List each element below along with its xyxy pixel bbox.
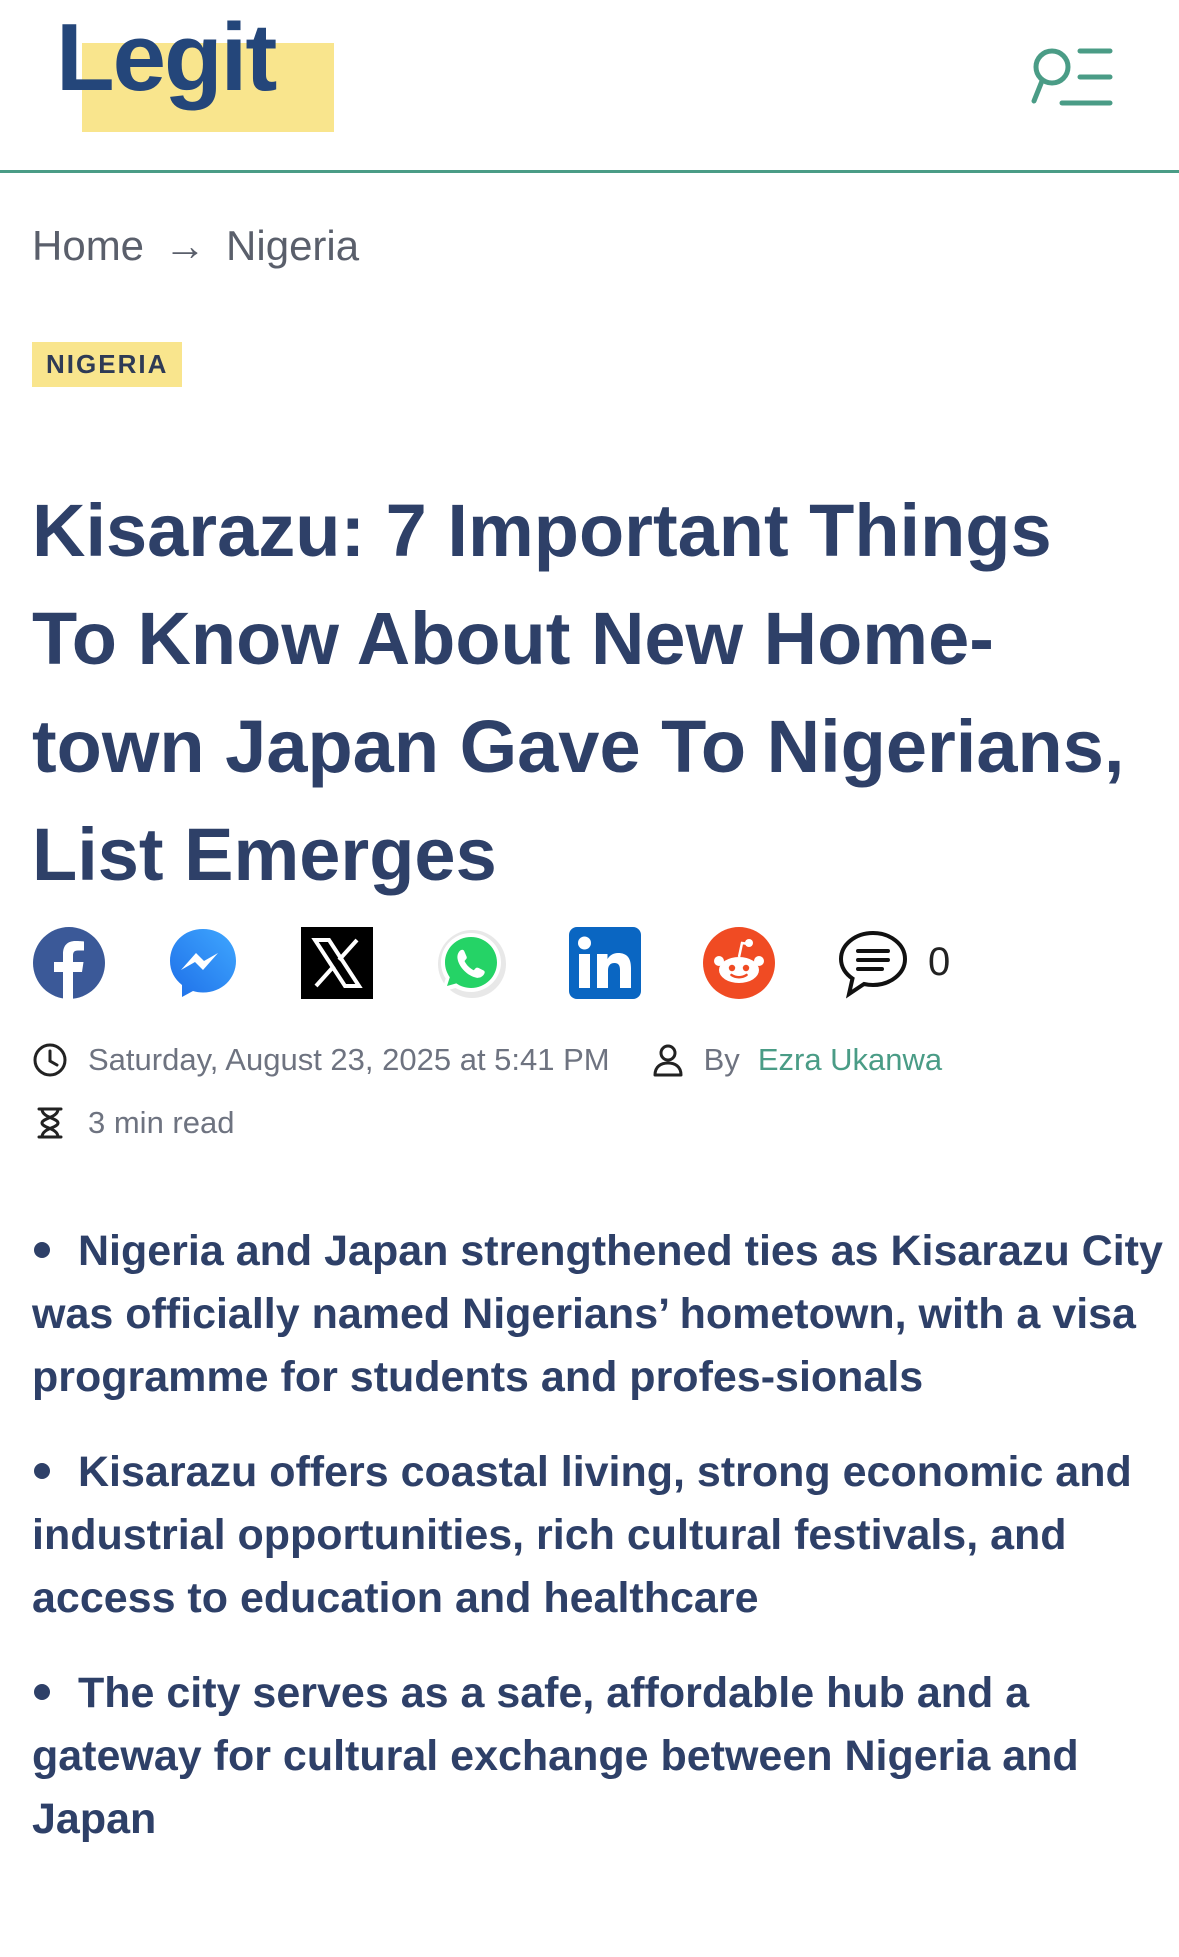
linkedin-share-button[interactable] [568,926,642,1000]
share-bar: 0 [32,925,950,1000]
highlight-item: Nigeria and Japan strengthened ties as K… [32,1220,1172,1409]
breadcrumb-nigeria[interactable]: Nigeria [226,222,359,270]
facebook-share-button[interactable] [32,926,106,1000]
highlight-text: Nigeria and Japan strengthened ties as K… [32,1227,1163,1401]
logo-text: Legit [56,4,277,111]
reddit-share-button[interactable] [702,926,776,1000]
messenger-share-button[interactable] [166,926,240,1000]
user-icon [650,1042,686,1078]
legit-logo[interactable]: Legit [56,10,336,135]
breadcrumb-separator: → [164,222,207,269]
bullet-dot [34,1241,50,1258]
author-link[interactable]: Ezra Ukanwa [758,1042,942,1078]
read-time-row: 3 min read [32,1105,234,1141]
comment-count: 0 [928,940,951,984]
whatsapp-icon [438,929,506,998]
publish-date: Saturday, August 23, 2025 at 5:41 PM [88,1042,610,1077]
search-menu-button[interactable] [1030,45,1114,115]
facebook-icon [33,926,105,1000]
clock-icon [32,1042,68,1078]
search-menu-icon [1031,48,1113,106]
article-meta: Saturday, August 23, 2025 at 5:41 PM By … [32,1042,942,1078]
article-title: Kisarazu: 7 Important Things To Know Abo… [32,489,1125,896]
messenger-icon [170,928,236,997]
highlight-text: The city serves as a safe, affordable hu… [32,1669,1079,1843]
read-time: 3 min read [88,1105,235,1140]
x-share-button[interactable] [300,926,374,1000]
category-badge[interactable]: NIGERIA [32,342,183,387]
highlight-item: Kisarazu offers coastal living, strong e… [32,1441,1172,1630]
comment-icon [838,930,908,998]
highlight-text: Kisarazu offers coastal living, strong e… [32,1448,1132,1622]
site-header: Legit [0,0,1179,173]
comments-button[interactable] [836,926,910,1000]
x-icon [301,926,373,999]
whatsapp-share-button[interactable] [434,926,508,1000]
bullet-dot [34,1462,50,1479]
highlight-item: The city serves as a safe, affordable hu… [32,1662,1172,1851]
author-block: By Ezra Ukanwa [650,1042,942,1078]
hourglass-icon [32,1105,68,1141]
by-label: By [703,1042,740,1077]
breadcrumb: Home → Nigeria [32,222,359,270]
bullet-dot [34,1683,50,1700]
reddit-icon [703,926,775,999]
linkedin-icon [569,926,641,999]
breadcrumb-home[interactable]: Home [32,222,144,270]
key-highlights: Nigeria and Japan strengthened ties as K… [32,1220,1172,1883]
